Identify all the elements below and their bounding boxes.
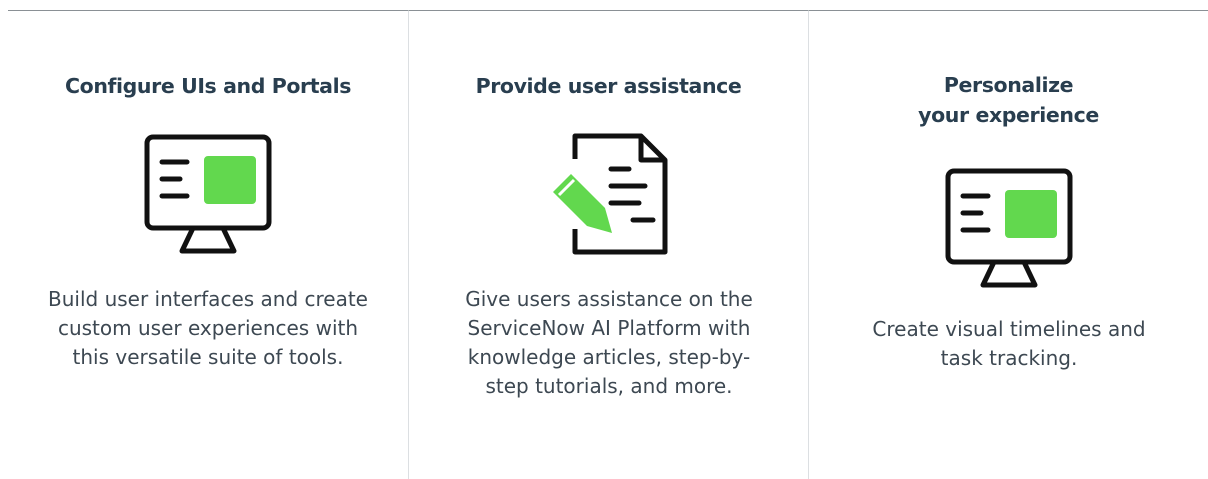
card-title: Personalize your experience <box>918 73 1099 127</box>
card-description: Create visual timelines and task trackin… <box>872 317 1146 370</box>
monitor-icon <box>144 134 272 254</box>
monitor-icon <box>945 168 1073 288</box>
card-title: Provide user assistance <box>475 74 742 98</box>
feature-card-personalize: Personalize your experience Create visua… <box>808 10 1208 479</box>
feature-card-configure-uis: Configure UIs and Portals Build user int… <box>8 10 408 479</box>
card-description: Give users assistance on the ServiceNow … <box>465 287 753 398</box>
card-description: Build user interfaces and create custom … <box>48 287 368 369</box>
document-pencil-icon <box>553 133 668 255</box>
feature-card-user-assistance: Provide user assistance Give users assis… <box>408 10 808 479</box>
card-title: Configure UIs and Portals <box>64 74 352 98</box>
feature-cards: Configure UIs and Portals Build user int… <box>8 10 1208 479</box>
